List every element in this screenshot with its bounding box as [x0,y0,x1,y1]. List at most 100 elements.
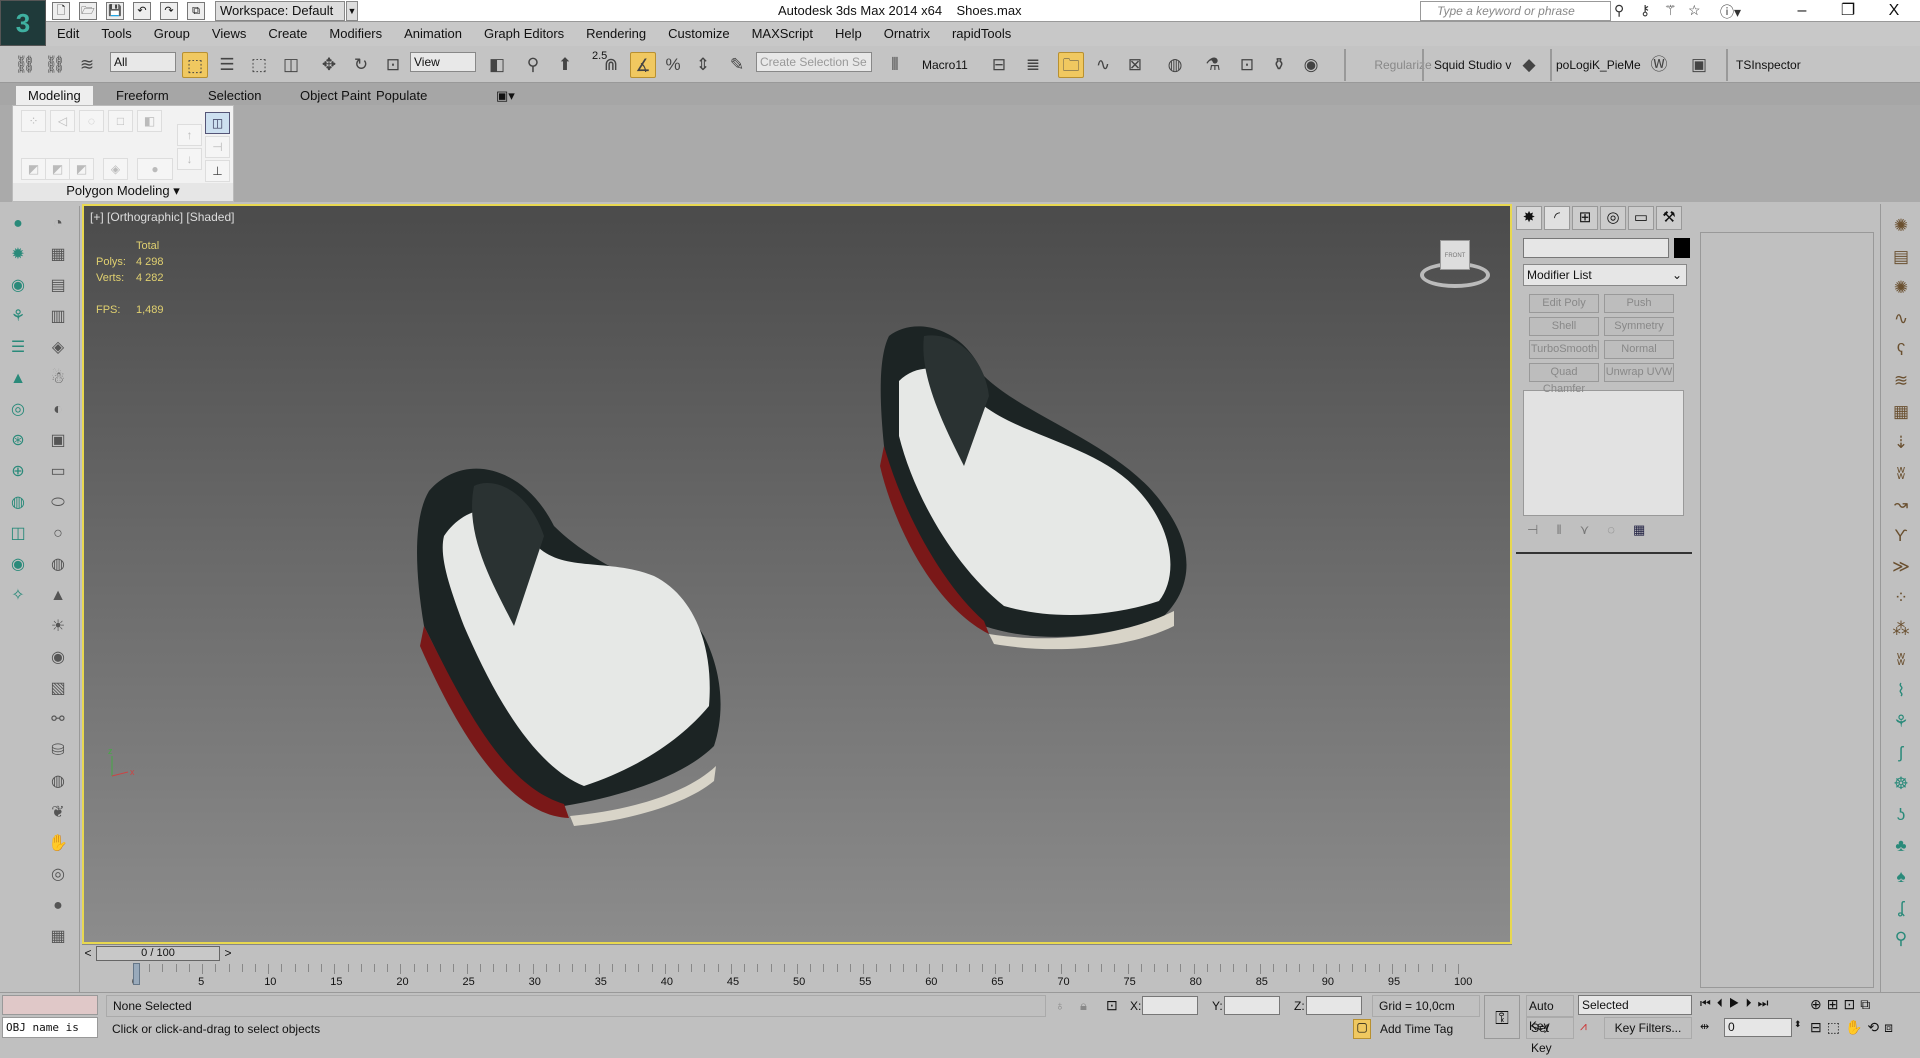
camera-icon[interactable]: ◉ [6,274,30,298]
squid-studio-button[interactable]: Squid Studio v [1422,49,1521,81]
panel-title[interactable]: Polygon Modeling ▾ [13,183,233,201]
zoom-all-icon[interactable]: ⊞ [1827,996,1844,1012]
ornatrix-icon[interactable]: Ⓦ [1646,52,1672,78]
next-frame-icon[interactable]: ⏵ [1746,996,1758,1010]
create-tab-icon[interactable]: ✸ [1516,206,1542,230]
hierarchy-tab-icon[interactable]: ⊞ [1572,206,1598,230]
loop-icon[interactable]: ʃ [1889,741,1913,765]
octopus-icon[interactable]: ☸ [1889,772,1913,796]
pyramid-icon[interactable]: ▲ [46,584,70,608]
render-setup-icon[interactable]: ⚗ [1200,52,1226,78]
select-and-link-icon[interactable]: ⛓ [12,52,38,78]
x-coordinate-input[interactable] [1142,996,1198,1015]
track-bar[interactable]: 0510152025303540455055606570758085909510… [82,962,1512,992]
viewport-orthographic[interactable]: [+] [Orthographic] [Shaded] Total Polys:… [82,204,1512,944]
previous-frame-icon[interactable]: ⏴ [1717,996,1729,1010]
favorites-icon[interactable]: ☆ [1688,2,1701,19]
frizz-icon[interactable]: ʕ [1889,338,1913,362]
maxscript-listener-output[interactable] [2,995,98,1015]
current-frame-input[interactable]: 0 [1724,1018,1792,1037]
modify-mode-down-icon[interactable]: ↓ [177,148,202,170]
utilities-tab-icon[interactable]: ⚒ [1656,206,1682,230]
object-name-input[interactable] [1523,238,1669,258]
time-slider-thumb[interactable]: 0 / 100 [96,946,220,961]
close-button[interactable]: X [1872,0,1916,22]
box-array-icon[interactable]: ▧ [46,677,70,701]
hair-list-icon[interactable]: ▤ [1889,245,1913,269]
schematic-view-icon[interactable]: ⊠ [1122,52,1148,78]
key-mode-toggle-icon[interactable]: ⇹ [1700,1020,1709,1033]
soft-selection-icon[interactable]: ● [137,158,173,180]
pin-stack-icon[interactable]: ⊣ [1527,522,1556,537]
polygon-icon[interactable]: □ [108,110,133,132]
select-by-vertex-icon[interactable]: ◩ [21,158,46,180]
torus-icon[interactable]: ◍ [46,553,70,577]
pan-icon[interactable]: ✋ [1845,1019,1867,1035]
edge-icon[interactable]: ◁ [50,110,75,132]
guides-icon[interactable]: ʬ [1889,648,1913,672]
menu-rapidtools[interactable]: rapidTools [941,22,1022,45]
open-icon[interactable]: 🗁 [79,2,97,20]
select-rotate-icon[interactable]: ↻ [348,52,374,78]
layer-manager-icon[interactable]: ≣ [1020,52,1046,78]
gravity-icon[interactable]: ⇣ [1889,431,1913,455]
mirror-icon[interactable]: ⫴ [882,52,908,78]
app-menu-logo[interactable]: 3 [0,0,46,46]
sunlight-icon[interactable]: ☀ [46,615,70,639]
split-icon[interactable]: ϒ [1889,524,1913,548]
bush-icon[interactable]: ♠ [1889,865,1913,889]
key-filters-button[interactable]: Key Filters... [1604,1017,1692,1039]
restore-button[interactable]: ❐ [1826,0,1870,22]
braid-icon[interactable]: ↝ [1889,493,1913,517]
maxscript-listener-input[interactable]: OBJ name is [2,1017,98,1038]
menu-help[interactable]: Help [824,22,873,45]
tab-modeling[interactable]: Modeling [16,86,93,105]
grass-icon[interactable]: ❦ [46,801,70,825]
layers-icon[interactable]: ▥ [46,305,70,329]
sphere-grey-icon[interactable]: ● [46,894,70,918]
show-end-result-icon[interactable]: ◫ [205,112,230,134]
scene-explorer-icon[interactable]: 🗀 [1058,52,1084,78]
redo-icon[interactable]: ↷ [160,2,178,20]
quick-hair-icon[interactable]: ✺ [1889,214,1913,238]
remove-modifier-icon[interactable]: ◌ [1607,522,1633,537]
binoculars-icon[interactable]: ⚲ [1614,2,1624,19]
percent-snap-icon[interactable]: % [660,52,686,78]
modifier-button-symmetry[interactable]: Symmetry [1604,317,1674,336]
cone-icon[interactable]: ▲ [6,367,30,391]
render-settings-icon[interactable]: ▤ [46,274,70,298]
element-icon[interactable]: ◧ [137,110,162,132]
curl-icon[interactable]: ∿ [1889,307,1913,331]
z-coordinate-input[interactable] [1306,996,1362,1015]
grid-icon[interactable]: ▦ [46,925,70,949]
modifier-button-turbosmooth[interactable]: TurboSmooth [1529,340,1599,359]
ignore-backfacing-icon[interactable]: ◩ [45,158,70,180]
target-icon[interactable]: ◎ [6,398,30,422]
go-to-start-icon[interactable]: ⏮ [1700,996,1717,1010]
tab-selection[interactable]: Selection [196,86,273,105]
teapot-icon[interactable]: ◫ [6,522,30,546]
select-move-icon[interactable]: ✥ [316,52,342,78]
menu-modifiers[interactable]: Modifiers [318,22,393,45]
tab-freeform[interactable]: Freeform [104,86,181,105]
set-key-button[interactable]: Set Key [1526,1017,1574,1055]
select-object-icon[interactable]: ⬚ [182,52,208,78]
ribbon-options-icon[interactable]: ▣▾ [484,86,527,105]
menu-rendering[interactable]: Rendering [575,22,657,45]
hand-icon[interactable]: ✋ [46,832,70,856]
frame-spinner[interactable]: ⬍ [1794,1019,1802,1030]
render-online-icon[interactable]: ◉ [1298,52,1324,78]
rendered-frame-icon[interactable]: ⊡ [1234,52,1260,78]
pin-stack-icon[interactable]: ⊣ [205,136,230,158]
modify-tab-icon[interactable]: ◜ [1544,206,1570,230]
modifier-button-normal[interactable]: Normal [1604,340,1674,359]
next-frame-button[interactable]: > [222,946,234,961]
key-mode-dropdown[interactable]: Selected [1578,995,1692,1015]
workspace-menu-arrow[interactable]: ▼ [346,1,358,21]
twist-icon[interactable]: ≫ [1889,555,1913,579]
absolute-mode-icon[interactable]: ⊡ [1106,997,1118,1014]
leaf-icon[interactable]: ♣ [1889,834,1913,858]
window-crossing-icon[interactable]: ◫ [278,52,304,78]
menu-views[interactable]: Views [201,22,257,45]
hook-icon[interactable]: ʖ [1889,803,1913,827]
